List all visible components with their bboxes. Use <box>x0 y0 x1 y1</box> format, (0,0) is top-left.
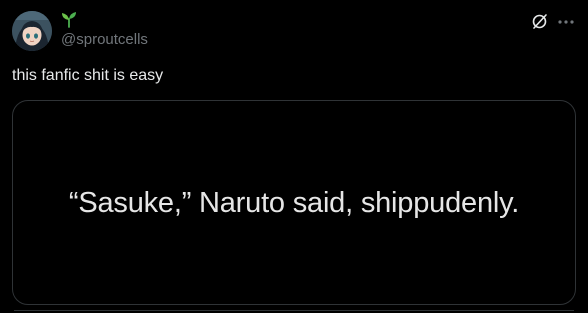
seedling-icon <box>60 10 78 28</box>
tweet-text: this fanfic shit is easy <box>12 67 164 84</box>
avatar[interactable] <box>12 11 52 51</box>
author-handle[interactable]: @sproutcells <box>61 31 148 49</box>
more-icon[interactable] <box>556 12 576 30</box>
media-image[interactable]: “Sasuke,” Naruto said, shippudenly. <box>12 100 576 305</box>
grok-icon[interactable] <box>531 12 549 30</box>
divider <box>14 310 574 311</box>
media-caption: “Sasuke,” Naruto said, shippudenly. <box>68 186 520 219</box>
